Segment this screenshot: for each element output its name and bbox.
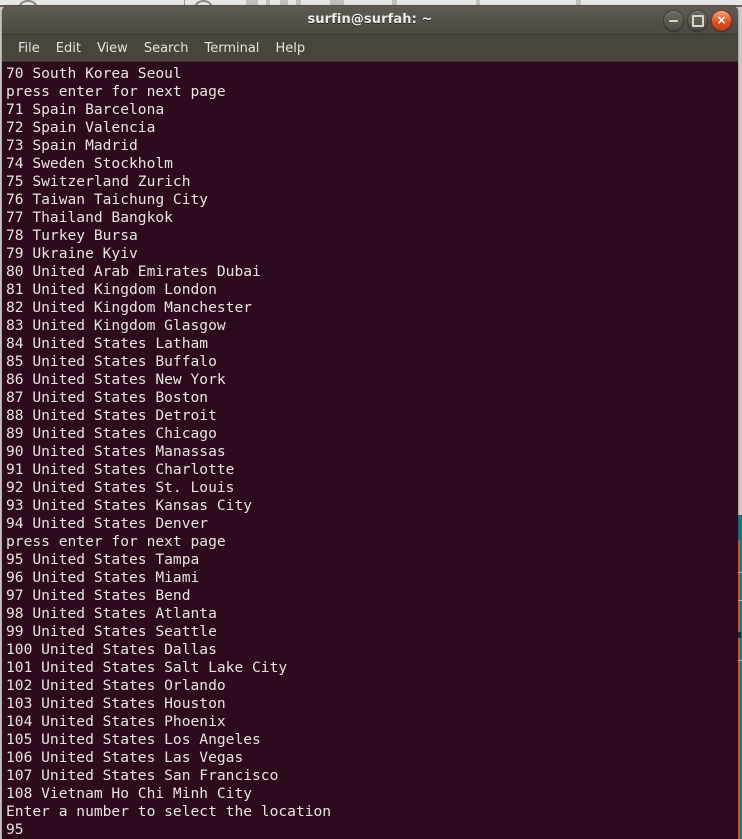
terminal-line: 107 United States San Francisco: [6, 767, 279, 784]
terminal-line: 108 Vietnam Ho Chi Minh City: [6, 785, 253, 802]
terminal-line: 87 United States Boston: [6, 389, 209, 406]
window-title: surfin@surfah: ~: [307, 12, 433, 27]
terminal-line: Enter a number to select the location: [6, 803, 332, 820]
close-icon: ×: [716, 13, 727, 27]
window-titlebar[interactable]: surfin@surfah: ~ ×: [2, 6, 738, 35]
menu-item-view[interactable]: View: [90, 39, 135, 58]
close-button[interactable]: ×: [711, 10, 732, 31]
terminal-line: 92 United States St. Louis: [6, 479, 235, 496]
terminal-line: 97 United States Bend: [6, 587, 191, 604]
terminal-line: 105 United States Los Angeles: [6, 731, 261, 748]
terminal-output[interactable]: 70 South Korea Seoul press enter for next…: [2, 62, 730, 839]
minimize-button[interactable]: [663, 10, 684, 31]
window-controls: ×: [663, 10, 732, 31]
terminal-line: 89 United States Chicago: [6, 425, 217, 442]
terminal-line: 99 United States Seattle: [6, 623, 217, 640]
terminal-line: press enter for next page: [6, 83, 226, 100]
terminal-line: 102 United States Orlando: [6, 677, 226, 694]
terminal-line: 72 Spain Valencia: [6, 119, 156, 136]
terminal-line: 94 United States Denver: [6, 515, 209, 532]
menu-item-edit[interactable]: Edit: [49, 39, 88, 58]
desktop-background: surfin@surfah: ~ × File Edit View Search…: [0, 0, 742, 839]
terminal-line: 76 Taiwan Taichung City: [6, 191, 209, 208]
terminal-line: 96 United States Miami: [6, 569, 200, 586]
terminal-line: 74 Sweden Stockholm: [6, 155, 173, 172]
maximize-icon: [691, 14, 704, 27]
terminal-line: 101 United States Salt Lake City: [6, 659, 288, 676]
menu-item-search[interactable]: Search: [137, 39, 196, 58]
terminal-line: 79 Ukraine Kyiv: [6, 245, 138, 262]
menu-item-terminal[interactable]: Terminal: [197, 39, 266, 58]
terminal-line: 78 Turkey Bursa: [6, 227, 138, 244]
terminal-line: 95 United States Tampa: [6, 551, 200, 568]
terminal-line: 77 Thailand Bangkok: [6, 209, 173, 226]
terminal-window[interactable]: surfin@surfah: ~ × File Edit View Search…: [2, 6, 738, 839]
terminal-line: press enter for next page: [6, 533, 226, 550]
terminal-scrollbar[interactable]: [730, 62, 738, 839]
terminal-line: 95: [6, 821, 24, 838]
terminal-line: 106 United States Las Vegas: [6, 749, 244, 766]
terminal-line: 98 United States Atlanta: [6, 605, 217, 622]
terminal-line: 93 United States Kansas City: [6, 497, 253, 514]
terminal-line: 104 United States Phoenix: [6, 713, 226, 730]
terminal-line: 85 United States Buffalo: [6, 353, 217, 370]
menu-item-help[interactable]: Help: [268, 39, 312, 58]
terminal-line: 91 United States Charlotte: [6, 461, 235, 478]
terminal-line: 70 South Korea Seoul: [6, 65, 182, 82]
terminal-line: 100 United States Dallas: [6, 641, 217, 658]
terminal-line: 83 United Kingdom Glasgow: [6, 317, 226, 334]
menubar: File Edit View Search Terminal Help: [2, 35, 738, 62]
maximize-button[interactable]: [687, 10, 708, 31]
terminal-line: 75 Switzerland Zurich: [6, 173, 191, 190]
terminal-line: 88 United States Detroit: [6, 407, 217, 424]
terminal-body[interactable]: 70 South Korea Seoul press enter for next…: [2, 62, 738, 839]
menu-item-file[interactable]: File: [11, 39, 47, 58]
terminal-line: 71 Spain Barcelona: [6, 101, 165, 118]
minimize-icon: [669, 19, 678, 22]
terminal-line: 73 Spain Madrid: [6, 137, 138, 154]
terminal-line: 80 United Arab Emirates Dubai: [6, 263, 261, 280]
terminal-line: 86 United States New York: [6, 371, 226, 388]
terminal-line: 90 United States Manassas: [6, 443, 226, 460]
terminal-line: 103 United States Houston: [6, 695, 226, 712]
terminal-line: 84 United States Latham: [6, 335, 209, 352]
terminal-line: 82 United Kingdom Manchester: [6, 299, 253, 316]
terminal-line: 81 United Kingdom London: [6, 281, 217, 298]
